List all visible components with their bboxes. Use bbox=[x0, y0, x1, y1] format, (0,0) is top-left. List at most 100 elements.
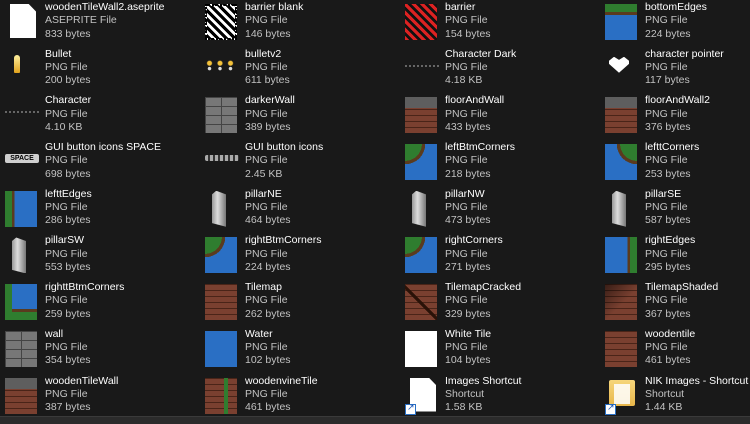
file-details: pillarSW PNG File 553 bytes bbox=[45, 234, 91, 274]
file-details: floorAndWall2 PNG File 376 bytes bbox=[645, 94, 710, 134]
file-name: Tilemap bbox=[245, 281, 282, 294]
file-size: 218 bytes bbox=[445, 167, 491, 180]
file-thumbnail-icon bbox=[605, 284, 637, 321]
file-name: leftBtmCorners bbox=[445, 141, 516, 154]
file-name: Character bbox=[45, 94, 92, 107]
file-item[interactable]: TilemapCracked PNG File 329 bytes bbox=[400, 280, 600, 327]
file-type: PNG File bbox=[245, 60, 288, 73]
file-item[interactable]: Character Dark PNG File 4.18 KB bbox=[400, 47, 600, 94]
file-item[interactable]: pillarNE PNG File 464 bytes bbox=[200, 187, 400, 234]
file-item[interactable]: floorAndWall2 PNG File 376 bytes bbox=[600, 93, 750, 140]
file-item[interactable]: lefttCorners PNG File 253 bytes bbox=[600, 140, 750, 187]
file-size: 464 bytes bbox=[245, 214, 291, 227]
file-thumbnail-icon: SPACE bbox=[5, 154, 39, 164]
file-item[interactable]: barrier blank PNG File 146 bytes bbox=[200, 0, 400, 47]
file-item[interactable]: bulletv2 PNG File 611 bytes bbox=[200, 47, 400, 94]
file-thumbnail-icon bbox=[605, 4, 637, 40]
file-name: darkerWall bbox=[245, 94, 295, 107]
file-thumbnail-icon bbox=[405, 330, 437, 367]
file-item[interactable]: woodenvineTile PNG File 461 bytes bbox=[200, 374, 400, 421]
file-size: 461 bytes bbox=[245, 401, 291, 414]
file-item[interactable]: floorAndWall PNG File 433 bytes bbox=[400, 93, 600, 140]
file-item[interactable]: pillarSW PNG File 553 bytes bbox=[0, 233, 200, 280]
file-type: PNG File bbox=[445, 154, 488, 167]
file-type: PNG File bbox=[645, 14, 688, 27]
file-type: Shortcut bbox=[445, 387, 485, 400]
file-item[interactable]: SPACE GUI button icons SPACE PNG File 698 b… bbox=[0, 140, 200, 187]
file-size: 4.10 KB bbox=[45, 120, 83, 133]
file-details: leftBtmCorners PNG File 218 bytes bbox=[445, 141, 515, 181]
file-details: character pointer PNG File 117 bytes bbox=[645, 48, 724, 88]
file-item[interactable]: leftBtmCorners PNG File 218 bytes bbox=[400, 140, 600, 187]
file-item[interactable]: White Tile PNG File 104 bytes bbox=[400, 327, 600, 374]
file-item[interactable]: Tilemap PNG File 262 bytes bbox=[200, 280, 400, 327]
file-type: PNG File bbox=[45, 201, 88, 214]
file-item[interactable]: NIK Images - ShortcutShortcut1.44 KB bbox=[600, 374, 750, 421]
file-type: Shortcut bbox=[645, 387, 685, 400]
file-size: 4.18 KB bbox=[445, 74, 483, 87]
file-item[interactable]: Character PNG File 4.10 KB bbox=[0, 93, 200, 140]
file-details: rightBtmCorners PNG File 224 bytes bbox=[245, 234, 321, 274]
file-type: PNG File bbox=[45, 247, 88, 260]
file-details: Character PNG File 4.10 KB bbox=[45, 94, 91, 134]
file-name: TilemapCracked bbox=[445, 281, 522, 294]
file-thumbnail-icon bbox=[10, 4, 36, 38]
file-item[interactable]: woodentile PNG File 461 bytes bbox=[600, 327, 750, 374]
file-type: PNG File bbox=[445, 247, 488, 260]
file-details: rightCorners PNG File 271 bytes bbox=[445, 234, 503, 274]
file-thumbnail-icon bbox=[205, 58, 235, 71]
file-thumbnail-icon bbox=[5, 377, 37, 414]
file-size: 367 bytes bbox=[645, 307, 691, 320]
file-details: GUI button icons SPACE PNG File 698 bytes bbox=[45, 141, 161, 181]
file-item[interactable]: pillarNW PNG File 473 bytes bbox=[400, 187, 600, 234]
file-item[interactable]: Bullet PNG File 200 bytes bbox=[0, 47, 200, 94]
file-item[interactable]: TilemapShaded PNG File 367 bytes bbox=[600, 280, 750, 327]
file-item[interactable]: Images ShortcutShortcut1.58 KB bbox=[400, 374, 600, 421]
file-size: 154 bytes bbox=[445, 27, 491, 40]
file-name: TilemapShaded bbox=[645, 281, 719, 294]
file-thumbnail-icon bbox=[205, 4, 237, 40]
file-name: lefttCorners bbox=[645, 141, 700, 154]
file-name: woodenTileWall2.aseprite bbox=[45, 1, 165, 13]
file-item[interactable]: barrier PNG File 154 bytes bbox=[400, 0, 600, 47]
file-item[interactable]: rightEdges PNG File 295 bytes bbox=[600, 233, 750, 280]
file-details: pillarNW PNG File 473 bytes bbox=[445, 188, 491, 228]
file-details: woodentile PNG File 461 bytes bbox=[645, 328, 695, 368]
file-item[interactable]: rightBtmCorners PNG File 224 bytes bbox=[200, 233, 400, 280]
file-thumbnail-icon bbox=[605, 97, 637, 134]
file-item[interactable]: darkerWall PNG File 389 bytes bbox=[200, 93, 400, 140]
file-item[interactable]: rightCorners PNG File 271 bytes bbox=[400, 233, 600, 280]
file-item[interactable]: character pointer PNG File 117 bytes bbox=[600, 47, 750, 94]
file-size: 146 bytes bbox=[245, 27, 291, 40]
file-item[interactable]: righttBtmCorners PNG File 259 bytes bbox=[0, 280, 200, 327]
file-item[interactable]: GUI button icons PNG File 2.45 KB bbox=[200, 140, 400, 187]
file-type: PNG File bbox=[645, 107, 688, 120]
file-item[interactable]: lefttEdges PNG File 286 bytes bbox=[0, 187, 200, 234]
file-thumbnail-icon bbox=[205, 237, 237, 274]
file-item[interactable]: woodenTileWall2.aseprite ASEPRITE File 833… bbox=[0, 0, 200, 47]
file-details: TilemapCracked PNG File 329 bytes bbox=[445, 281, 521, 321]
file-thumbnail-icon bbox=[605, 330, 637, 367]
file-item[interactable]: bottomEdges PNG File 224 bytes bbox=[600, 0, 750, 47]
file-type: PNG File bbox=[245, 341, 288, 354]
file-thumbnail-icon bbox=[405, 4, 437, 40]
file-thumbnail-icon bbox=[405, 97, 437, 134]
file-type: PNG File bbox=[45, 60, 88, 73]
file-item[interactable]: wall PNG File 354 bytes bbox=[0, 327, 200, 374]
file-name: barrier bbox=[445, 1, 476, 13]
file-details: Water PNG File 102 bytes bbox=[245, 328, 291, 368]
file-size: 389 bytes bbox=[245, 120, 291, 133]
file-size: 587 bytes bbox=[645, 214, 691, 227]
file-details: bulletv2 PNG File 611 bytes bbox=[245, 48, 290, 88]
file-item[interactable]: pillarSE PNG File 587 bytes bbox=[600, 187, 750, 234]
file-name: barrier blank bbox=[245, 1, 304, 13]
file-name: NIK Images - Shortcut bbox=[645, 374, 749, 387]
file-details: woodenTileWall2.aseprite ASEPRITE File 833… bbox=[45, 1, 164, 41]
file-item[interactable]: woodenTileWall PNG File 387 bytes bbox=[0, 374, 200, 421]
file-details: NIK Images - Shortcut Shortcut 1.44 KB bbox=[645, 375, 748, 415]
file-details: TilemapShaded PNG File 367 bytes bbox=[645, 281, 718, 321]
file-size: 698 bytes bbox=[45, 167, 91, 180]
file-item[interactable]: Water PNG File 102 bytes bbox=[200, 327, 400, 374]
file-type: PNG File bbox=[245, 201, 288, 214]
file-type: PNG File bbox=[45, 294, 88, 307]
